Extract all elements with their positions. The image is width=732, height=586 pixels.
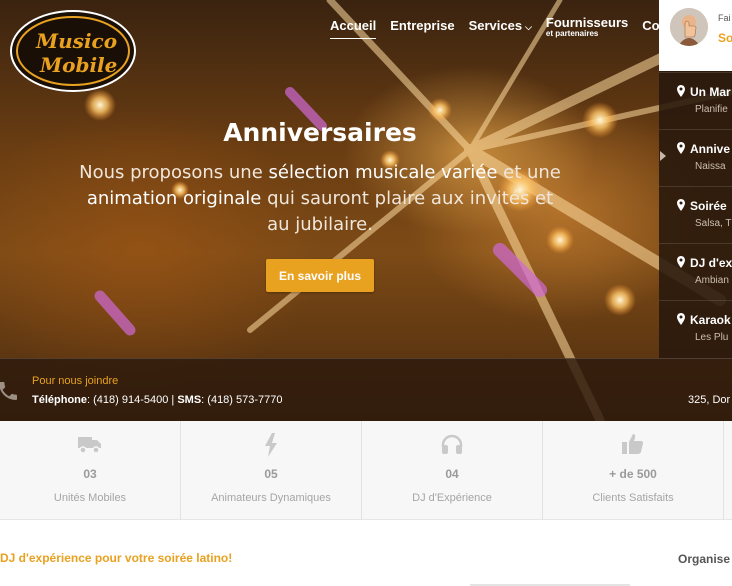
side-panel-header-line2: So — [718, 31, 732, 45]
side-item-title: DJ d'ex — [690, 256, 732, 270]
side-item-subtitle: Salsa, T — [695, 218, 732, 229]
sms-number[interactable]: : (418) 573-7770 — [201, 394, 282, 406]
hero-description: Nous proposons une sélection musicale va… — [75, 160, 565, 238]
side-item-title: Annive — [690, 142, 731, 156]
side-panel-header-line1: Fai — [718, 13, 731, 23]
map-marker-icon — [677, 256, 685, 268]
nav-services[interactable]: Services ⌵ — [469, 18, 532, 33]
nav-fournisseurs[interactable]: Fournisseurs et partenaires — [546, 15, 628, 38]
stat-value: 04 — [445, 467, 459, 481]
contact-bar: Pour nous joindre Téléphone: (418) 914-5… — [0, 358, 732, 421]
section-title: DJ d'expérience pour votre soirée latino… — [0, 551, 233, 565]
side-item-subtitle: Les Plu — [695, 332, 729, 343]
side-item-dj[interactable]: DJ d'ex Ambian — [659, 243, 732, 300]
side-item-mariage[interactable]: Un Mar Planifie — [659, 72, 732, 129]
stat-partial — [724, 421, 732, 520]
side-item-title: Karaok — [690, 313, 731, 327]
hero-text-part: qui sauront plaire aux invités et au jub… — [261, 188, 554, 235]
phone-icon — [0, 382, 17, 400]
bolt-icon — [265, 433, 277, 457]
logo-line2: Mobile — [39, 53, 117, 77]
stat-unites-mobiles: 03 Unités Mobiles — [0, 421, 181, 520]
side-heading: Organise — [678, 552, 731, 566]
chevron-down-icon: ⌵ — [525, 22, 532, 32]
map-marker-icon — [677, 313, 685, 325]
thumbs-up-icon — [622, 434, 643, 454]
contact-phone-line: Téléphone: (418) 914-5400 | SMS: (418) 5… — [32, 394, 283, 406]
stat-label: Unités Mobiles — [53, 492, 127, 504]
avatar — [670, 8, 708, 46]
hero-text-highlight: sélection musicale variée — [268, 162, 498, 183]
nav-services-label: Services — [468, 18, 523, 33]
stat-value: 03 — [83, 467, 97, 481]
side-panel-header[interactable]: Fai So — [659, 0, 732, 71]
nav-fournisseurs-label: Fournisseurs — [545, 15, 629, 30]
contact-heading: Pour nous joindre — [32, 375, 119, 387]
stat-label: DJ d'Expérience — [412, 492, 492, 504]
active-item-indicator — [660, 151, 666, 161]
map-marker-icon — [677, 85, 685, 97]
stat-dj-experience: 04 DJ d'Expérience — [362, 421, 543, 520]
stat-label: Clients Satisfaits — [592, 492, 674, 504]
address: 325, Dor — [688, 394, 731, 406]
sms-label: SMS — [177, 394, 202, 406]
stat-clients: + de 500 Clients Satisfaits — [543, 421, 724, 520]
thumbs-up-person-icon — [670, 8, 708, 46]
side-item-title: Soirée — [690, 199, 727, 213]
musico-mobile-logo[interactable]: Musico Mobile — [8, 8, 138, 94]
hero-text-highlight: animation originale — [86, 188, 262, 209]
phone-number[interactable]: : (418) 914-5400 | — [87, 394, 177, 406]
events-side-panel: Fai So Un Mar Planifie Annive Naissa Soi… — [659, 0, 732, 358]
hero-text-part: et une — [497, 162, 561, 183]
nav-entreprise[interactable]: Entreprise — [390, 18, 454, 33]
side-item-subtitle: Naissa — [695, 161, 726, 172]
phone-label: Téléphone — [32, 394, 88, 406]
headphones-icon — [441, 434, 463, 454]
side-item-title: Un Mar — [690, 85, 731, 99]
nav-accueil[interactable]: Accueil — [330, 18, 377, 39]
stat-value: + de 500 — [609, 467, 657, 481]
side-item-subtitle: Planifie — [695, 104, 728, 115]
main-nav: Accueil Entreprise Services ⌵ Fournisseur… — [330, 15, 705, 39]
logo-line1: Musico — [35, 29, 117, 53]
stat-value: 05 — [264, 467, 278, 481]
stat-animateurs: 05 Animateurs Dynamiques — [181, 421, 362, 520]
hero-title: Anniversaires — [223, 118, 417, 147]
learn-more-button[interactable]: En savoir plus — [266, 259, 374, 292]
side-item-soiree[interactable]: Soirée Salsa, T — [659, 186, 732, 243]
stat-label: Animateurs Dynamiques — [211, 492, 331, 504]
nav-accueil-label: Accueil — [330, 18, 377, 33]
side-item-subtitle: Ambian — [695, 275, 729, 286]
nav-entreprise-label: Entreprise — [390, 18, 455, 33]
nav-fournisseurs-sublabel: et partenaires — [545, 29, 599, 38]
truck-icon — [78, 437, 101, 454]
side-item-karaoke[interactable]: Karaok Les Plu — [659, 300, 732, 357]
hero-text-part: Nous proposons une — [79, 162, 269, 183]
hero-banner: Musico Mobile Accueil Entreprise Service… — [0, 0, 732, 421]
side-item-anniversaires[interactable]: Annive Naissa — [659, 129, 732, 186]
stats-bar: 03 Unités Mobiles 05 Animateurs Dynamiqu… — [0, 421, 732, 520]
map-marker-icon — [677, 142, 685, 154]
map-marker-icon — [677, 199, 685, 211]
